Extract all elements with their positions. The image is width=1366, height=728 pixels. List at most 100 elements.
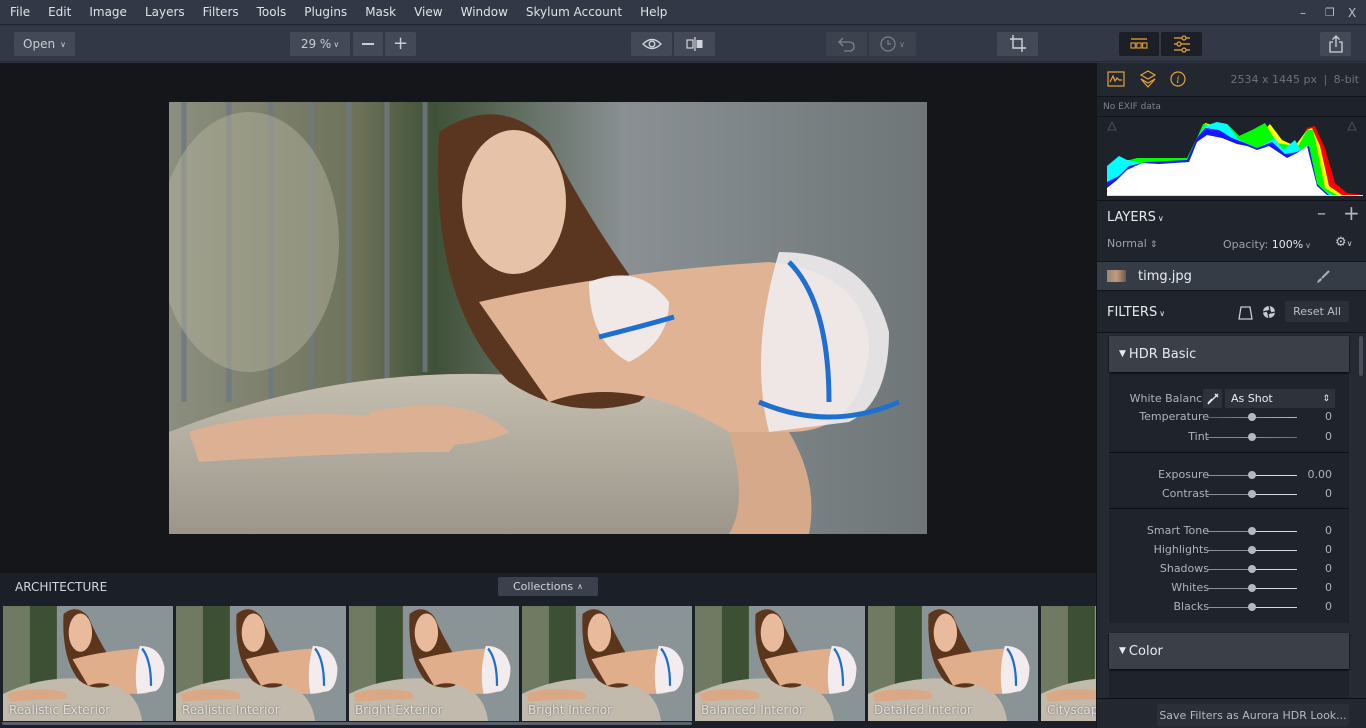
slider-value[interactable]: 0 xyxy=(1325,600,1332,613)
collections-button[interactable]: Collections ∧ xyxy=(498,577,598,596)
slider-handle[interactable] xyxy=(1248,413,1256,421)
eyedropper-button[interactable] xyxy=(1203,389,1222,408)
undo-button[interactable] xyxy=(826,32,867,56)
compare-button[interactable] xyxy=(674,32,715,56)
menu-layers[interactable]: Layers xyxy=(137,0,193,25)
reset-all-label: Reset All xyxy=(1293,305,1341,318)
mask-icon[interactable] xyxy=(1238,306,1253,320)
slider-value[interactable]: 0 xyxy=(1325,524,1332,537)
minimize-button[interactable]: – xyxy=(1300,0,1306,25)
slider-handle[interactable] xyxy=(1248,490,1256,498)
layers-icon[interactable] xyxy=(1140,70,1156,88)
white-balance-select[interactable]: As Shot ⇕ xyxy=(1225,389,1335,408)
zoom-out-button[interactable] xyxy=(353,32,383,56)
crop-button[interactable] xyxy=(997,32,1038,56)
look-thumbnail[interactable]: Realistic Exterior xyxy=(3,606,173,721)
slider-row: Contrast 0 xyxy=(1109,485,1349,503)
add-layer-button[interactable]: + xyxy=(1343,201,1360,225)
filters-title[interactable]: FILTERS ∨ xyxy=(1107,305,1165,320)
right-panel: i 2534 x 1445 px | 8-bit No EXIF data LA… xyxy=(1096,63,1366,728)
slider-handle[interactable] xyxy=(1248,527,1256,535)
look-thumbnail[interactable]: Cityscape xyxy=(1041,606,1096,721)
open-button[interactable]: Open ∨ xyxy=(14,32,75,56)
layer-settings-button[interactable]: ⚙∨ xyxy=(1335,235,1353,250)
remove-layer-button[interactable]: – xyxy=(1317,203,1326,224)
filter-section-header[interactable]: ▼ Color xyxy=(1109,633,1349,669)
menu-tools[interactable]: Tools xyxy=(249,0,295,25)
filters-header: FILTERS ∨ Reset All xyxy=(1097,293,1366,333)
eyedropper-icon xyxy=(1206,393,1218,404)
zoom-in-button[interactable]: + xyxy=(385,32,416,56)
gear-icon: ⚙ xyxy=(1335,235,1347,250)
zoom-value: 29 % xyxy=(300,37,332,51)
filter-section-header[interactable]: ▼ HDR Basic xyxy=(1109,336,1349,372)
menu-window[interactable]: Window xyxy=(453,0,516,25)
slider-value[interactable]: 0 xyxy=(1325,487,1332,500)
look-label: Realistic Exterior xyxy=(9,703,111,717)
opacity-control[interactable]: Opacity: 100% ∨ xyxy=(1223,238,1311,251)
info-tabs: i 2534 x 1445 px | 8-bit xyxy=(1097,63,1366,97)
menu-mask[interactable]: Mask xyxy=(357,0,404,25)
slider-value[interactable]: 0 xyxy=(1325,410,1332,423)
export-button[interactable] xyxy=(1320,32,1351,56)
look-thumbnail[interactable]: Bright Exterior xyxy=(349,606,519,721)
close-button[interactable]: X xyxy=(1348,0,1356,25)
slider-value[interactable]: 0 xyxy=(1325,543,1332,556)
slider-value[interactable]: 0 xyxy=(1325,430,1332,443)
menu-skylum-account[interactable]: Skylum Account xyxy=(518,0,630,25)
look-thumbnail[interactable]: Detailed Interior xyxy=(868,606,1038,721)
aperture-icon[interactable] xyxy=(1262,305,1276,319)
look-thumbnail[interactable]: Realistic Interior xyxy=(176,606,346,721)
menu-view[interactable]: View xyxy=(406,0,450,25)
slider-handle[interactable] xyxy=(1248,471,1256,479)
look-thumbnail[interactable]: Balanced Interior xyxy=(695,606,865,721)
history-button[interactable]: ∨ xyxy=(869,32,916,56)
blend-mode-select[interactable]: Normal ⇕ xyxy=(1107,237,1157,250)
adjust-button[interactable] xyxy=(1161,32,1202,56)
sliders-icon xyxy=(1173,35,1190,53)
menu-filters[interactable]: Filters xyxy=(195,0,247,25)
brush-icon[interactable] xyxy=(1316,270,1330,284)
slider-row: Tint 0 xyxy=(1109,428,1349,446)
look-label: Bright Interior xyxy=(528,703,613,717)
menu-file[interactable]: File xyxy=(2,0,38,25)
slider-handle[interactable] xyxy=(1248,433,1256,441)
blend-mode-value: Normal xyxy=(1107,237,1147,250)
zoom-dropdown[interactable]: 29 % ∨ xyxy=(290,32,350,56)
menu-edit[interactable]: Edit xyxy=(40,0,79,25)
slider-label: Highlights xyxy=(1153,543,1209,556)
filters-scrollbar[interactable] xyxy=(1359,336,1363,376)
looks-scrollbar[interactable] xyxy=(2,722,692,725)
slider-handle[interactable] xyxy=(1248,584,1256,592)
slider-label: Smart Tone xyxy=(1146,524,1209,537)
reset-all-button[interactable]: Reset All xyxy=(1285,301,1349,322)
looks-button[interactable] xyxy=(1119,32,1159,56)
restore-button[interactable]: ❐ xyxy=(1325,0,1335,25)
slider-handle[interactable] xyxy=(1248,546,1256,554)
slider-value[interactable]: 0 xyxy=(1325,562,1332,575)
look-label: Cityscape xyxy=(1047,703,1096,717)
slider-handle[interactable] xyxy=(1248,565,1256,573)
info-icon[interactable]: i xyxy=(1170,71,1186,87)
save-look-button[interactable]: Save Filters as Aurora HDR Look... xyxy=(1157,704,1349,726)
chevron-down-icon: ∨ xyxy=(1305,241,1312,250)
clock-icon xyxy=(880,36,896,52)
look-thumbnail[interactable]: Bright Interior xyxy=(522,606,692,721)
menu-help[interactable]: Help xyxy=(632,0,675,25)
chevron-down-icon: ∨ xyxy=(1157,214,1164,223)
layers-title[interactable]: LAYERS ∨ xyxy=(1107,210,1164,225)
slider-value[interactable]: 0 xyxy=(1325,581,1332,594)
image-canvas[interactable] xyxy=(0,63,1096,573)
filter-section-body xyxy=(1109,670,1349,698)
menu-plugins[interactable]: Plugins xyxy=(296,0,355,25)
filters-title-text: FILTERS xyxy=(1107,305,1158,320)
menu-image[interactable]: Image xyxy=(81,0,135,25)
chevron-down-icon: ∨ xyxy=(1159,309,1166,318)
preview-button[interactable] xyxy=(631,32,672,56)
histogram-icon[interactable] xyxy=(1107,71,1125,87)
layer-item[interactable]: timg.jpg xyxy=(1097,261,1366,291)
slider-value[interactable]: 0.00 xyxy=(1308,468,1333,481)
slider-handle[interactable] xyxy=(1248,603,1256,611)
filter-section-title: Color xyxy=(1128,643,1163,659)
slider-label: Temperature xyxy=(1139,410,1209,423)
